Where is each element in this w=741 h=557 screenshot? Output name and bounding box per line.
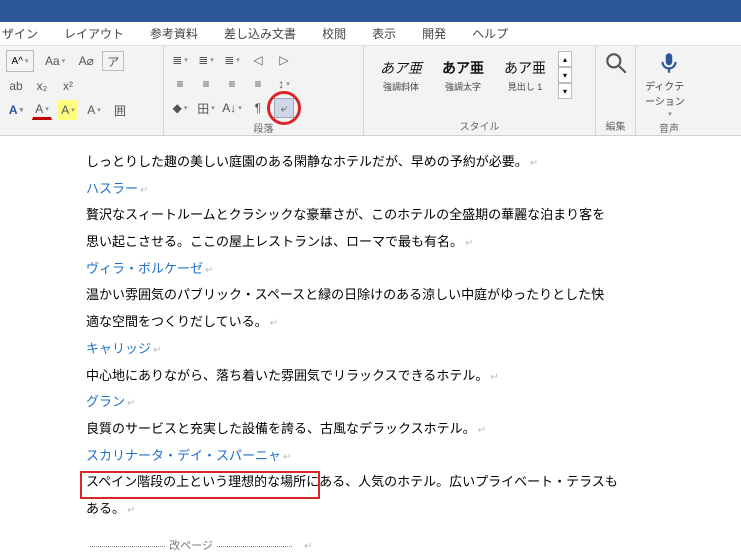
page-break-label: 改ページ [169,536,213,557]
justify-button[interactable]: ≡ [248,74,268,94]
body-text[interactable]: しっとりした趣の美しい庭園のある閑静なホテルだが、早めの予約が必要。↵ [86,150,741,175]
font-color2-button[interactable]: A [32,100,52,120]
style-sample: あア亜 [380,58,422,78]
hotel-link-carriage[interactable]: キャリッジ↵ [86,337,741,362]
tab-mailings[interactable]: 差し込み文書 [222,21,298,46]
ribbon: A^ Aa A⌀ ア ab x₂ x² A A A A 囲 ≣ [0,46,741,136]
group-label-voice: 音声 [659,120,679,135]
strike-button[interactable]: ab [6,76,26,96]
group-paragraph: ≣ ≣ ≣ ◁ ▷ ≡ ≡ ≡ ≡ ↕ ◆ 田 A↓ ¶ ⤶ [164,46,364,135]
show-marks-button[interactable]: ¶ [248,98,268,118]
dictation-button[interactable]: ディクテーション [645,50,693,118]
styles-up-button[interactable]: ▴ [558,51,572,67]
search-icon [603,50,629,76]
align-center-button[interactable]: ≡ [196,74,216,94]
style-sample: あア亜 [504,58,546,78]
editing-button[interactable] [592,50,640,76]
clear-format-button[interactable]: A⌀ [76,51,96,71]
style-name: 強調斜体 [383,80,419,93]
bullets-button[interactable]: ≣ [170,50,190,70]
style-name: 強調太字 [445,80,481,93]
grow-font-button[interactable]: A^ [6,50,34,72]
body-text[interactable]: 温かい雰囲気のパブリック・スペースと緑の日除けのある涼しい中庭がゆったりとした快 [86,283,741,308]
styles-more-button[interactable]: ▾ [558,83,572,99]
document-body[interactable]: しっとりした趣の美しい庭園のある閑静なホテルだが、早めの予約が必要。↵ ハスラー… [0,136,741,557]
para-mark-icon: ↵ [530,158,538,169]
line-spacing-button[interactable]: ↕ [274,74,294,94]
body-text[interactable]: スペイン階段の上という理想的な場所にある、人気のホテル。広いプライベート・テラス… [86,470,741,495]
body-text[interactable]: 贅沢なスィートルームとクラシックな豪華さが、このホテルの全盛期の華麗な泊まり客を [86,203,741,228]
font-color-button[interactable]: A [6,100,26,120]
tab-dev[interactable]: 開発 [420,21,448,46]
body-text[interactable]: 良質のサービスと充実した設備を誇る、古風なデラックスホテル。↵ [86,417,741,442]
style-item-heading1[interactable]: あア亜 見出し 1 [494,50,556,100]
char-border-button[interactable]: 囲 [110,100,130,120]
title-bar [0,0,741,22]
group-styles: あア亜 強調斜体 あア亜 強調太字 あア亜 見出し 1 ▴ ▾ ▾ スタイル [364,46,596,135]
tab-review[interactable]: 校閲 [320,21,348,46]
group-label-styles: スタイル [370,118,589,133]
text-effects-button[interactable]: A [84,100,104,120]
hotel-link-villa[interactable]: ヴィラ・ボルケーゼ↵ [86,257,741,282]
microphone-icon [656,50,682,76]
multilist-button[interactable]: ≣ [222,50,242,70]
group-font: A^ Aa A⌀ ア ab x₂ x² A A A A 囲 [0,46,164,135]
increase-indent-button[interactable]: ▷ [274,50,294,70]
tab-ref[interactable]: 参考資料 [148,21,200,46]
style-name: 見出し 1 [508,80,543,93]
hotel-link-gran[interactable]: グラン↵ [86,390,741,415]
decrease-indent-button[interactable]: ◁ [248,50,268,70]
para-mark-icon: ↵ [304,537,312,556]
group-editing: 編集 [596,46,636,135]
style-sample: あア亜 [442,58,484,78]
body-text[interactable]: 思い起こさせる。ここの屋上レストランは、ローマで最も有名。↵ [86,230,741,255]
group-voice: ディクテーション 音声 [636,46,702,135]
hotel-link-scalinata[interactable]: スカリナータ・デイ・スパーニャ↵ [86,444,741,469]
group-label-editing: 編集 [606,118,626,133]
body-text[interactable]: ある。↵ [86,497,741,522]
shading-button[interactable]: ◆ [170,98,190,118]
page-break-marker[interactable]: 改ページ ↵ [86,536,741,557]
highlight-button[interactable]: A [58,100,78,120]
ribbon-tabs: ザイン レイアウト 参考資料 差し込み文書 校閲 表示 開発 ヘルプ [0,22,741,46]
align-left-button[interactable]: ≡ [170,74,190,94]
group-label-paragraph: 段落 [170,120,357,135]
phonetic-guide-button[interactable]: ア [102,51,124,71]
align-right-button[interactable]: ≡ [222,74,242,94]
superscript-button[interactable]: x² [58,76,78,96]
hotel-link-hassler[interactable]: ハスラー↵ [86,177,741,202]
numbering-button[interactable]: ≣ [196,50,216,70]
dictation-label: ディクテーション [645,78,693,108]
change-case-button[interactable]: Aa [40,51,70,71]
body-text[interactable]: 適な空間をつくりだしている。↵ [86,310,741,335]
tab-view[interactable]: 表示 [370,21,398,46]
subscript-button[interactable]: x₂ [32,76,52,96]
tab-design[interactable]: ザイン [0,21,40,46]
sort-button[interactable]: A↓ [222,98,242,118]
styles-down-button[interactable]: ▾ [558,67,572,83]
body-text[interactable]: 中心地にありながら、落ち着いた雰囲気でリラックスできるホテル。↵ [86,364,741,389]
styles-gallery-controls: ▴ ▾ ▾ [558,51,572,99]
style-item-em-italic[interactable]: あア亜 強調斜体 [370,50,432,100]
tab-help[interactable]: ヘルプ [470,21,510,46]
style-item-em-bold[interactable]: あア亜 強調太字 [432,50,494,100]
borders-button[interactable]: 田 [196,98,216,118]
page-break-button[interactable]: ⤶ [274,98,294,118]
tab-layout[interactable]: レイアウト [62,21,126,46]
